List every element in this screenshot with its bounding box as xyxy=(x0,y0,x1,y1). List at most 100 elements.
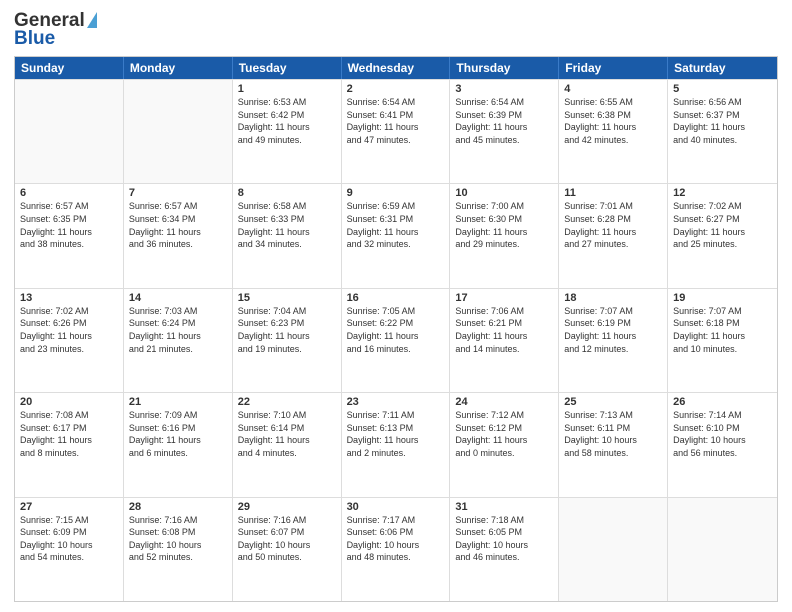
header-day-sunday: Sunday xyxy=(15,57,124,79)
day-info: Sunrise: 7:00 AM Sunset: 6:30 PM Dayligh… xyxy=(455,200,553,250)
day-cell-2: 2Sunrise: 6:54 AM Sunset: 6:41 PM Daylig… xyxy=(342,80,451,183)
day-cell-8: 8Sunrise: 6:58 AM Sunset: 6:33 PM Daylig… xyxy=(233,184,342,287)
day-number: 11 xyxy=(564,187,662,199)
day-number: 29 xyxy=(238,501,336,513)
header-day-tuesday: Tuesday xyxy=(233,57,342,79)
day-info: Sunrise: 7:02 AM Sunset: 6:26 PM Dayligh… xyxy=(20,305,118,355)
day-info: Sunrise: 6:53 AM Sunset: 6:42 PM Dayligh… xyxy=(238,96,336,146)
day-info: Sunrise: 7:07 AM Sunset: 6:19 PM Dayligh… xyxy=(564,305,662,355)
day-info: Sunrise: 7:06 AM Sunset: 6:21 PM Dayligh… xyxy=(455,305,553,355)
day-number: 17 xyxy=(455,292,553,304)
day-number: 24 xyxy=(455,396,553,408)
day-info: Sunrise: 7:17 AM Sunset: 6:06 PM Dayligh… xyxy=(347,514,445,564)
empty-cell xyxy=(559,498,668,601)
day-cell-13: 13Sunrise: 7:02 AM Sunset: 6:26 PM Dayli… xyxy=(15,289,124,392)
day-info: Sunrise: 6:57 AM Sunset: 6:35 PM Dayligh… xyxy=(20,200,118,250)
day-info: Sunrise: 7:02 AM Sunset: 6:27 PM Dayligh… xyxy=(673,200,772,250)
day-info: Sunrise: 7:12 AM Sunset: 6:12 PM Dayligh… xyxy=(455,409,553,459)
day-info: Sunrise: 6:59 AM Sunset: 6:31 PM Dayligh… xyxy=(347,200,445,250)
day-cell-30: 30Sunrise: 7:17 AM Sunset: 6:06 PM Dayli… xyxy=(342,498,451,601)
logo: General Blue xyxy=(14,10,97,50)
day-number: 15 xyxy=(238,292,336,304)
day-cell-22: 22Sunrise: 7:10 AM Sunset: 6:14 PM Dayli… xyxy=(233,393,342,496)
day-info: Sunrise: 6:58 AM Sunset: 6:33 PM Dayligh… xyxy=(238,200,336,250)
day-cell-26: 26Sunrise: 7:14 AM Sunset: 6:10 PM Dayli… xyxy=(668,393,777,496)
day-info: Sunrise: 7:18 AM Sunset: 6:05 PM Dayligh… xyxy=(455,514,553,564)
calendar-body: 1Sunrise: 6:53 AM Sunset: 6:42 PM Daylig… xyxy=(15,79,777,601)
day-info: Sunrise: 6:57 AM Sunset: 6:34 PM Dayligh… xyxy=(129,200,227,250)
day-info: Sunrise: 6:56 AM Sunset: 6:37 PM Dayligh… xyxy=(673,96,772,146)
day-number: 10 xyxy=(455,187,553,199)
day-info: Sunrise: 7:04 AM Sunset: 6:23 PM Dayligh… xyxy=(238,305,336,355)
day-cell-11: 11Sunrise: 7:01 AM Sunset: 6:28 PM Dayli… xyxy=(559,184,668,287)
empty-cell xyxy=(15,80,124,183)
day-number: 19 xyxy=(673,292,772,304)
day-cell-9: 9Sunrise: 6:59 AM Sunset: 6:31 PM Daylig… xyxy=(342,184,451,287)
day-info: Sunrise: 7:08 AM Sunset: 6:17 PM Dayligh… xyxy=(20,409,118,459)
day-number: 21 xyxy=(129,396,227,408)
day-number: 12 xyxy=(673,187,772,199)
day-cell-24: 24Sunrise: 7:12 AM Sunset: 6:12 PM Dayli… xyxy=(450,393,559,496)
day-cell-10: 10Sunrise: 7:00 AM Sunset: 6:30 PM Dayli… xyxy=(450,184,559,287)
day-cell-18: 18Sunrise: 7:07 AM Sunset: 6:19 PM Dayli… xyxy=(559,289,668,392)
day-number: 5 xyxy=(673,83,772,95)
day-cell-12: 12Sunrise: 7:02 AM Sunset: 6:27 PM Dayli… xyxy=(668,184,777,287)
calendar-header: SundayMondayTuesdayWednesdayThursdayFrid… xyxy=(15,57,777,79)
day-cell-21: 21Sunrise: 7:09 AM Sunset: 6:16 PM Dayli… xyxy=(124,393,233,496)
day-info: Sunrise: 7:03 AM Sunset: 6:24 PM Dayligh… xyxy=(129,305,227,355)
day-info: Sunrise: 7:07 AM Sunset: 6:18 PM Dayligh… xyxy=(673,305,772,355)
day-cell-23: 23Sunrise: 7:11 AM Sunset: 6:13 PM Dayli… xyxy=(342,393,451,496)
logo-icon xyxy=(87,12,97,28)
day-number: 31 xyxy=(455,501,553,513)
day-number: 6 xyxy=(20,187,118,199)
empty-cell xyxy=(124,80,233,183)
day-cell-20: 20Sunrise: 7:08 AM Sunset: 6:17 PM Dayli… xyxy=(15,393,124,496)
day-number: 28 xyxy=(129,501,227,513)
header-day-friday: Friday xyxy=(559,57,668,79)
day-number: 30 xyxy=(347,501,445,513)
day-info: Sunrise: 7:09 AM Sunset: 6:16 PM Dayligh… xyxy=(129,409,227,459)
day-info: Sunrise: 7:01 AM Sunset: 6:28 PM Dayligh… xyxy=(564,200,662,250)
day-number: 25 xyxy=(564,396,662,408)
day-number: 1 xyxy=(238,83,336,95)
day-info: Sunrise: 7:10 AM Sunset: 6:14 PM Dayligh… xyxy=(238,409,336,459)
calendar: SundayMondayTuesdayWednesdayThursdayFrid… xyxy=(14,56,778,602)
week-row-4: 20Sunrise: 7:08 AM Sunset: 6:17 PM Dayli… xyxy=(15,392,777,496)
day-cell-3: 3Sunrise: 6:54 AM Sunset: 6:39 PM Daylig… xyxy=(450,80,559,183)
day-number: 18 xyxy=(564,292,662,304)
day-info: Sunrise: 7:16 AM Sunset: 6:08 PM Dayligh… xyxy=(129,514,227,564)
empty-cell xyxy=(668,498,777,601)
day-cell-1: 1Sunrise: 6:53 AM Sunset: 6:42 PM Daylig… xyxy=(233,80,342,183)
day-info: Sunrise: 7:13 AM Sunset: 6:11 PM Dayligh… xyxy=(564,409,662,459)
day-number: 13 xyxy=(20,292,118,304)
day-info: Sunrise: 7:15 AM Sunset: 6:09 PM Dayligh… xyxy=(20,514,118,564)
day-number: 20 xyxy=(20,396,118,408)
day-number: 16 xyxy=(347,292,445,304)
week-row-2: 6Sunrise: 6:57 AM Sunset: 6:35 PM Daylig… xyxy=(15,183,777,287)
day-number: 9 xyxy=(347,187,445,199)
day-number: 7 xyxy=(129,187,227,199)
header-day-monday: Monday xyxy=(124,57,233,79)
week-row-1: 1Sunrise: 6:53 AM Sunset: 6:42 PM Daylig… xyxy=(15,79,777,183)
day-info: Sunrise: 6:54 AM Sunset: 6:41 PM Dayligh… xyxy=(347,96,445,146)
day-number: 14 xyxy=(129,292,227,304)
day-cell-5: 5Sunrise: 6:56 AM Sunset: 6:37 PM Daylig… xyxy=(668,80,777,183)
day-number: 8 xyxy=(238,187,336,199)
day-cell-31: 31Sunrise: 7:18 AM Sunset: 6:05 PM Dayli… xyxy=(450,498,559,601)
day-cell-28: 28Sunrise: 7:16 AM Sunset: 6:08 PM Dayli… xyxy=(124,498,233,601)
day-info: Sunrise: 7:16 AM Sunset: 6:07 PM Dayligh… xyxy=(238,514,336,564)
day-cell-7: 7Sunrise: 6:57 AM Sunset: 6:34 PM Daylig… xyxy=(124,184,233,287)
header-day-wednesday: Wednesday xyxy=(342,57,451,79)
week-row-3: 13Sunrise: 7:02 AM Sunset: 6:26 PM Dayli… xyxy=(15,288,777,392)
page: General Blue SundayMondayTuesdayWednesda… xyxy=(0,0,792,612)
day-number: 26 xyxy=(673,396,772,408)
day-cell-16: 16Sunrise: 7:05 AM Sunset: 6:22 PM Dayli… xyxy=(342,289,451,392)
week-row-5: 27Sunrise: 7:15 AM Sunset: 6:09 PM Dayli… xyxy=(15,497,777,601)
day-number: 23 xyxy=(347,396,445,408)
day-cell-29: 29Sunrise: 7:16 AM Sunset: 6:07 PM Dayli… xyxy=(233,498,342,601)
header-day-saturday: Saturday xyxy=(668,57,777,79)
logo-blue: Blue xyxy=(14,28,55,50)
day-number: 2 xyxy=(347,83,445,95)
day-number: 3 xyxy=(455,83,553,95)
day-cell-15: 15Sunrise: 7:04 AM Sunset: 6:23 PM Dayli… xyxy=(233,289,342,392)
